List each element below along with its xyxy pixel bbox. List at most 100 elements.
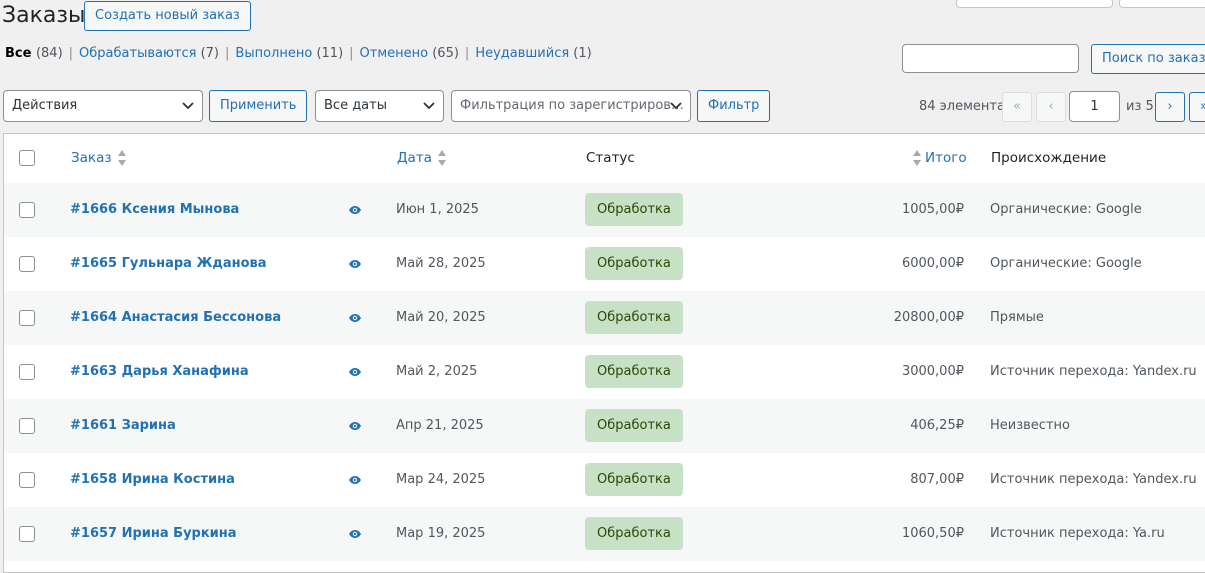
column-origin: Происхождение (991, 150, 1107, 166)
column-date-label: Дата (397, 150, 432, 166)
status-badge: Обработка (585, 409, 683, 442)
order-origin: Источник перехода: Yandex.ru (990, 472, 1197, 487)
table-row[interactable]: #1661 Зарина Апр 21, 2025 Обработка 406,25₽… (4, 399, 1205, 453)
table-row[interactable]: #1658 Ирина Костина Мар 24, 2025 Обработка… (4, 453, 1205, 507)
order-date: Май 28, 2025 (396, 256, 486, 271)
prev-page-button[interactable]: ‹ (1036, 92, 1066, 122)
page-title: Заказы (2, 3, 86, 28)
order-origin: Органические: Google (990, 202, 1142, 217)
row-checkbox[interactable] (19, 526, 35, 542)
filter-button[interactable]: Фильтр (697, 90, 771, 122)
view-processing-label: Обрабатываются (79, 46, 197, 61)
customer-filter-select[interactable]: Фильтрация по зарегистриров… (451, 90, 691, 122)
view-failed-label: Неудавшийся (475, 46, 570, 61)
status-badge: Обработка (585, 301, 683, 334)
help-button[interactable] (1119, 0, 1205, 8)
status-badge: Обработка (585, 355, 683, 388)
view-all-label: Все (5, 46, 32, 61)
view-failed[interactable]: Неудавшийся (1) (475, 46, 591, 61)
orders-table: Заказ Дата Статус Итого Происхождение #1… (3, 133, 1205, 573)
customer-filter-placeholder: Фильтрация по зарегистриров… (460, 98, 684, 113)
status-badge: Обработка (585, 517, 683, 550)
view-separator: | (68, 46, 74, 61)
eye-icon[interactable] (348, 527, 362, 541)
eye-icon[interactable] (348, 311, 362, 325)
order-link[interactable]: #1661 Зарина (70, 399, 176, 453)
chevron-down-icon (670, 91, 682, 121)
table-row[interactable]: #1665 Гульнара Жданова Май 28, 2025 Обрабо… (4, 237, 1205, 291)
row-checkbox[interactable] (19, 256, 35, 272)
view-separator: | (225, 46, 230, 61)
order-link[interactable]: #1666 Ксения Мынова (70, 183, 239, 237)
table-row[interactable]: #1664 Анастасия Бессонова Май 20, 2025 Обр… (4, 291, 1205, 345)
column-order[interactable]: Заказ (71, 134, 126, 183)
view-completed-count: (11) (316, 46, 344, 61)
row-checkbox[interactable] (19, 418, 35, 434)
select-all-checkbox[interactable] (19, 150, 35, 166)
row-checkbox[interactable] (19, 472, 35, 488)
view-all-count: (84) (35, 46, 63, 61)
table-header: Заказ Дата Статус Итого Происхождение (4, 134, 1205, 184)
order-link[interactable]: #1657 Ирина Буркина (70, 507, 237, 561)
order-origin: Прямые (990, 310, 1044, 325)
view-cancelled-label: Отменено (359, 46, 429, 61)
order-total: 1005,00₽ (901, 202, 964, 217)
total-pages: из 5 (1126, 99, 1154, 114)
view-processing-count: (7) (200, 46, 220, 61)
search-input[interactable] (902, 44, 1079, 73)
order-date: Апр 21, 2025 (396, 418, 484, 433)
apply-button[interactable]: Применить (209, 90, 308, 122)
column-total-label: Итого (925, 150, 967, 166)
order-origin: Источник перехода: Yandex.ru (990, 364, 1197, 379)
items-count: 84 элемента (919, 99, 1005, 114)
order-link[interactable]: #1663 Дарья Ханафина (70, 345, 249, 399)
row-checkbox[interactable] (19, 310, 35, 326)
order-origin: Органические: Google (990, 256, 1142, 271)
view-all[interactable]: Все (84) (5, 46, 63, 61)
order-date: Июн 1, 2025 (396, 202, 479, 217)
table-row[interactable]: #1657 Ирина Буркина Мар 19, 2025 Обработка… (4, 507, 1205, 561)
order-date: Мар 24, 2025 (396, 472, 486, 487)
view-processing[interactable]: Обрабатываются (7) (79, 46, 219, 61)
order-date: Мар 19, 2025 (396, 526, 486, 541)
next-page-button[interactable]: › (1155, 92, 1185, 122)
view-cancelled[interactable]: Отменено (65) (360, 46, 459, 61)
last-page-button[interactable]: » (1189, 92, 1205, 122)
first-page-button[interactable]: « (1002, 92, 1032, 122)
eye-icon[interactable] (348, 473, 362, 487)
order-date: Май 2, 2025 (396, 364, 478, 379)
eye-icon[interactable] (348, 203, 362, 217)
column-status: Статус (586, 150, 635, 166)
sort-icon (913, 150, 921, 166)
column-date[interactable]: Дата (397, 134, 446, 183)
date-filter-select[interactable]: Все даты (315, 90, 444, 122)
view-failed-count: (1) (573, 46, 592, 61)
order-origin: Источник перехода: Ya.ru (990, 526, 1165, 541)
screen-options-button[interactable] (956, 0, 1113, 8)
current-page-input[interactable]: 1 (1069, 91, 1120, 122)
eye-icon[interactable] (348, 257, 362, 271)
order-total: 6000,00₽ (901, 256, 964, 271)
bulk-actions-select[interactable]: Действия (3, 90, 203, 122)
order-link[interactable]: #1658 Ирина Костина (70, 453, 235, 507)
search-orders-button[interactable]: Поиск по заказам (1091, 44, 1205, 74)
row-checkbox[interactable] (19, 364, 35, 380)
order-link[interactable]: #1665 Гульнара Жданова (70, 237, 267, 291)
table-row[interactable]: #1663 Дарья Ханафина Май 2, 2025 Обработка… (4, 345, 1205, 399)
create-order-button[interactable]: Создать новый заказ (84, 1, 251, 31)
order-link[interactable]: #1664 Анастасия Бессонова (70, 291, 281, 345)
status-badge: Обработка (585, 463, 683, 496)
order-total: 1060,50₽ (901, 526, 964, 541)
column-total[interactable]: Итого (913, 134, 967, 183)
chevron-down-icon (423, 91, 435, 121)
view-completed[interactable]: Выполнено (11) (235, 46, 343, 61)
status-views: Все (84) | Обрабатываются (7) | Выполнено (1… (5, 46, 592, 61)
eye-icon[interactable] (348, 419, 362, 433)
row-checkbox[interactable] (19, 202, 35, 218)
view-separator: | (349, 46, 354, 61)
status-badge: Обработка (585, 247, 683, 280)
date-filter-value: Все даты (324, 98, 387, 113)
eye-icon[interactable] (348, 365, 362, 379)
order-origin: Неизвестно (990, 418, 1070, 433)
table-row[interactable]: #1666 Ксения Мынова Июн 1, 2025 Обработка 1… (4, 183, 1205, 237)
